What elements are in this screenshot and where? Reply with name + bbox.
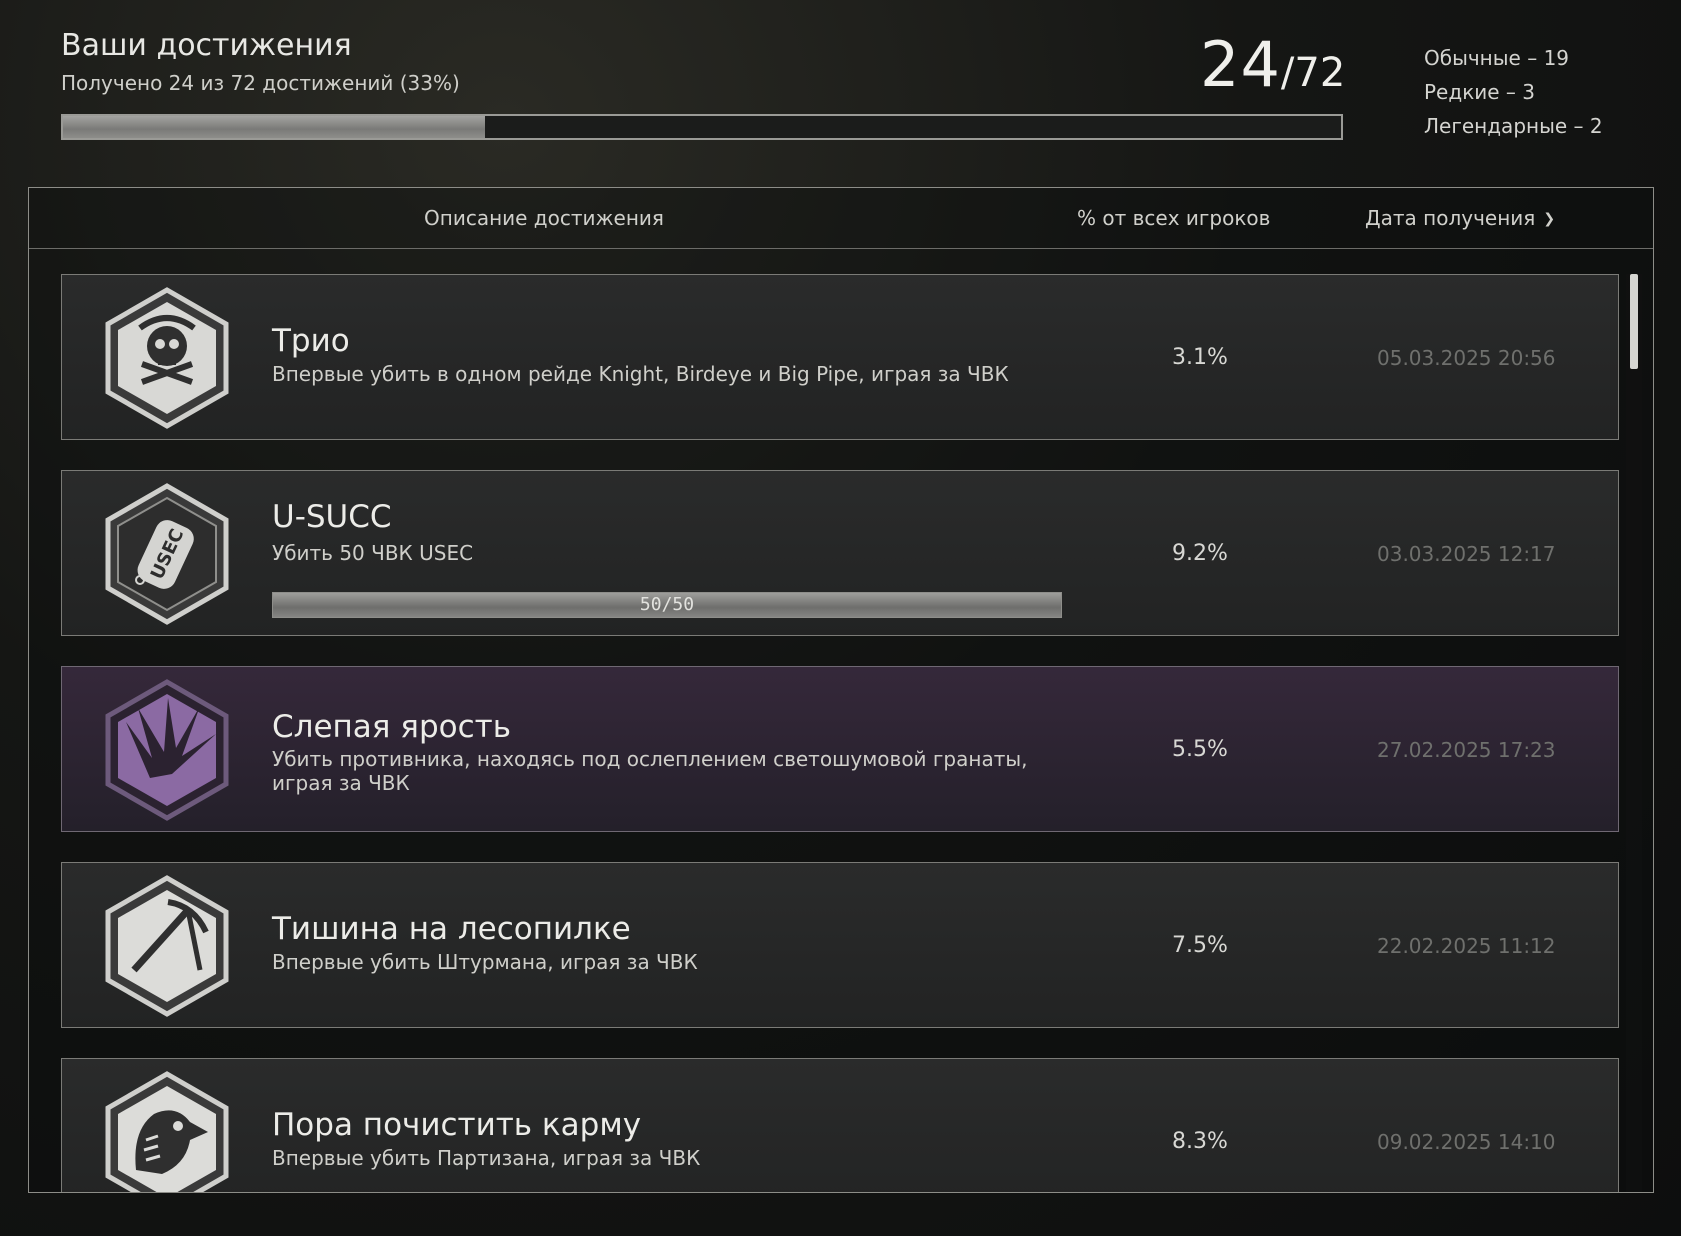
skull-pipe-icon	[102, 286, 232, 430]
achievement-description: Впервые убить в одном рейде Knight, Bird…	[272, 362, 1009, 386]
ice-axe-icon	[102, 874, 232, 1018]
achievement-card-trio[interactable]: Трио Впервые убить в одном рейде Knight,…	[61, 274, 1619, 440]
achievement-title: Тишина на лесопилке	[272, 911, 631, 947]
scrollbar-track[interactable]	[1626, 274, 1642, 1192]
achievement-percent: 7.5%	[1172, 933, 1228, 958]
achievement-card-u-succ[interactable]: USEC U-SUCC Убить 50 ЧВК USEC 50/50 9.2%…	[61, 470, 1619, 636]
achievement-percent: 3.1%	[1172, 345, 1228, 370]
achievement-counter: 24/72	[1200, 28, 1345, 101]
achievement-card-sawmill-silence[interactable]: Тишина на лесопилке Впервые убить Штурма…	[61, 862, 1619, 1028]
progress-summary: Получено 24 из 72 достижений (33%)	[61, 71, 460, 95]
usec-dogtag-icon: USEC	[102, 482, 232, 626]
achievement-title: Пора почистить карму	[272, 1107, 642, 1143]
scrollbar-thumb[interactable]	[1630, 274, 1638, 369]
achievement-title: Слепая ярость	[272, 709, 511, 745]
column-percent[interactable]: % от всех игроков	[1077, 206, 1270, 230]
column-description[interactable]: Описание достижения	[424, 206, 664, 230]
achievement-date: 03.03.2025 12:17	[1377, 542, 1556, 566]
rarity-legendary-count: Легендарные – 2	[1424, 114, 1603, 138]
bird-head-icon	[102, 1070, 232, 1192]
achievement-title: Трио	[272, 323, 350, 359]
achievement-date: 05.03.2025 20:56	[1377, 346, 1556, 370]
achievement-description: Убить противника, находясь под ослеплени…	[272, 747, 1028, 795]
flash-burst-icon	[102, 678, 232, 822]
achievement-progress-label: 50/50	[639, 594, 695, 615]
rarity-common-count: Обычные – 19	[1424, 46, 1570, 70]
rarity-rare-count: Редкие – 3	[1424, 80, 1536, 104]
achievement-date: 27.02.2025 17:23	[1377, 738, 1556, 762]
achievement-percent: 8.3%	[1172, 1129, 1228, 1154]
achievements-table: Описание достижения % от всех игроков Да…	[28, 187, 1654, 1193]
achievement-date: 22.02.2025 11:12	[1377, 934, 1556, 958]
counter-received: 24	[1200, 28, 1281, 101]
achievement-description: Впервые убить Партизана, играя за ЧВК	[272, 1146, 701, 1170]
column-date-sort[interactable]: Дата получения ❯	[1365, 206, 1555, 230]
page-title: Ваши достижения	[61, 28, 352, 63]
achievement-percent: 5.5%	[1172, 737, 1228, 762]
achievement-title: U-SUCC	[272, 499, 392, 535]
column-date-label: Дата получения	[1365, 206, 1536, 230]
table-header: Описание достижения % от всех игроков Да…	[29, 188, 1653, 249]
chevron-down-icon: ❯	[1543, 211, 1556, 227]
achievement-description: Впервые убить Штурмана, играя за ЧВК	[272, 950, 698, 974]
achievement-date: 09.02.2025 14:10	[1377, 1130, 1556, 1154]
achievement-card-clean-karma[interactable]: Пора почистить карму Впервые убить Парти…	[61, 1058, 1619, 1192]
counter-total: /72	[1280, 50, 1346, 96]
overall-progress-bar	[61, 114, 1343, 140]
achievement-progress-bar: 50/50	[272, 592, 1062, 618]
achievement-percent: 9.2%	[1172, 541, 1228, 566]
achievement-description: Убить 50 ЧВК USEC	[272, 541, 474, 565]
overall-progress-fill	[63, 116, 485, 138]
achievement-card-blind-rage[interactable]: Слепая ярость Убить противника, находясь…	[61, 666, 1619, 832]
